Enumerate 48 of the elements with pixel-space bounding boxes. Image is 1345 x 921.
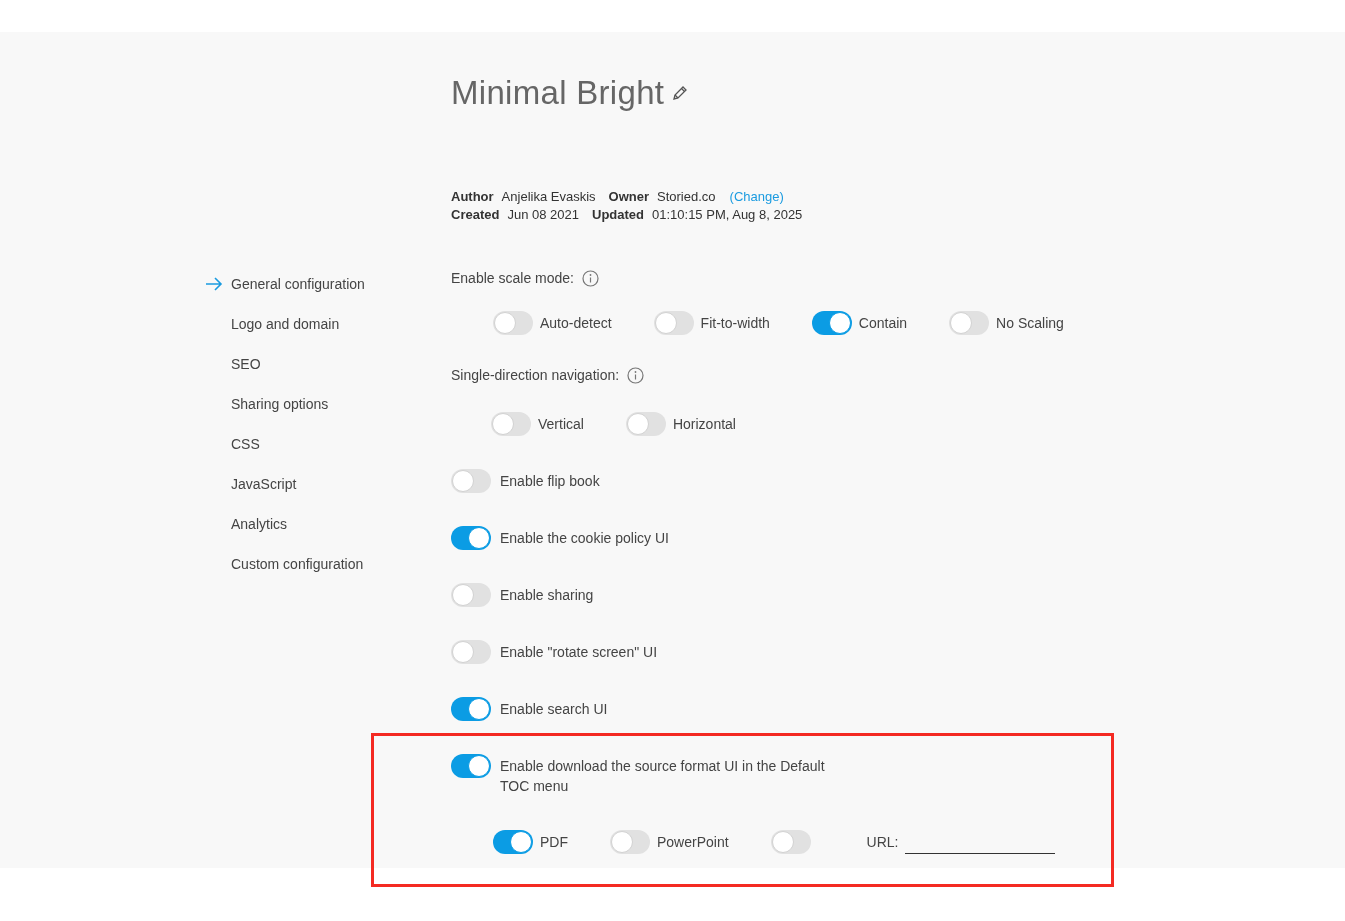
settings-nav-item[interactable]: General configuration (231, 276, 365, 292)
settings-nav-item[interactable]: Analytics (231, 516, 288, 532)
settings-nav-item[interactable]: Sharing options (231, 396, 329, 412)
settings-nav-item[interactable]: Custom configuration (231, 556, 364, 572)
settings-nav-item[interactable]: CSS (231, 436, 260, 452)
option-label: PDF (540, 834, 568, 850)
toggle-label: Enable sharing (500, 586, 594, 605)
pencil-icon[interactable] (672, 85, 689, 101)
toggle-switch[interactable] (451, 697, 491, 721)
toggle-switch[interactable] (949, 311, 990, 335)
toggle-label: Enable search UI (500, 700, 608, 719)
toggle-switch[interactable] (451, 640, 491, 664)
setting-label: Enable scale mode: (451, 270, 574, 286)
meta-value: 01:10:15 PM, Aug 8, 2025 (652, 206, 803, 224)
url-label: URL: (866, 834, 899, 850)
meta-value: Anjelika Evaskis (501, 188, 596, 206)
toggle-switch[interactable] (451, 754, 491, 778)
option-label: No Scaling (996, 315, 1064, 331)
option-label: PowerPoint (657, 834, 729, 850)
toggle-switch[interactable] (491, 412, 531, 436)
toggle-switch[interactable] (493, 311, 533, 335)
toggle-switch[interactable] (451, 583, 491, 607)
settings-nav-item[interactable]: JavaScript (231, 476, 297, 492)
toggle-switch[interactable] (451, 526, 491, 550)
option-label: Contain (858, 315, 908, 331)
option-label: Fit-to-width (700, 315, 770, 331)
meta-label: Owner (608, 188, 649, 206)
settings-nav-item[interactable]: Logo and domain (231, 316, 340, 332)
toggle-label: Enable flip book (500, 472, 600, 491)
toggle-switch[interactable] (451, 469, 491, 493)
toggle-switch[interactable] (610, 830, 650, 854)
settings-nav-item[interactable]: SEO (231, 356, 261, 372)
toggle-label: Enable "rotate screen" UI (500, 643, 658, 662)
meta-value: Jun 08 2021 (507, 206, 579, 224)
info-icon[interactable] (627, 366, 645, 384)
meta-label: Author (451, 188, 494, 206)
meta-label: Updated (592, 206, 644, 224)
option-label: Horizontal (672, 416, 736, 432)
presentation-title: Minimal Bright (451, 74, 665, 112)
setting-label: Single-direction navigation: (451, 367, 620, 383)
meta-value: Storied.co (657, 188, 716, 206)
meta-label: Created (451, 206, 500, 224)
toggle-label: Enable download the source format UI in the Default TOC menu (500, 757, 826, 796)
toggle-label: Enable the cookie policy UI (500, 529, 669, 548)
option-label: Vertical (538, 416, 584, 432)
option-label: Auto-detect (540, 315, 612, 331)
toggle-switch[interactable] (493, 830, 533, 854)
info-icon[interactable] (581, 269, 599, 287)
